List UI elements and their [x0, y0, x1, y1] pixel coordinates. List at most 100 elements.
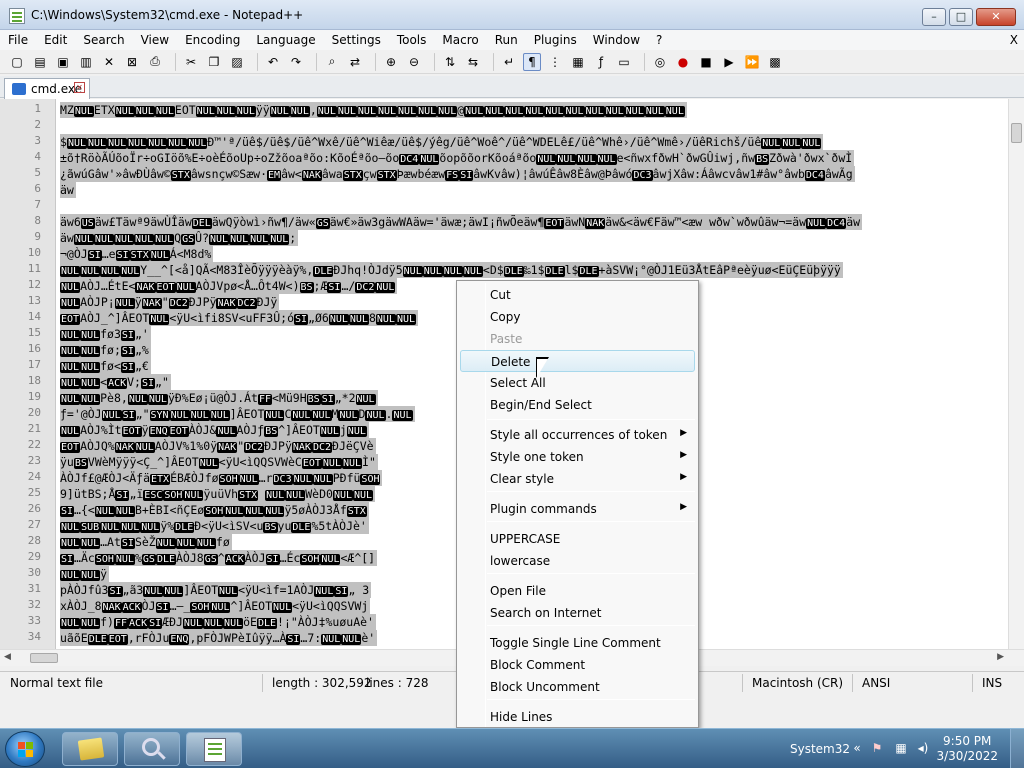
context-item-plugin-commands[interactable]: Plugin commands ▶ — [460, 498, 695, 520]
run-macro-multiple-icon[interactable]: ⏩ — [743, 53, 761, 71]
text-line[interactable]: NULAÒJ…ÉtE<NAK EOT NULAÒJVpø<Å…Ôt4W<)BS;ÆS… — [60, 278, 398, 294]
context-item-style-one-token[interactable]: Style one token ▶ — [460, 446, 695, 468]
menu-plugins[interactable]: Plugins — [526, 30, 585, 50]
save-icon[interactable]: ▣ — [54, 53, 72, 71]
context-item-delete[interactable]: Delete — [460, 350, 695, 372]
context-item-select-all[interactable]: Select All — [460, 372, 695, 394]
text-line[interactable]: $NUL NUL NUL NUL NUL NUL NULÐ™'ª/üê$/üê$/üê^Wx… — [60, 134, 824, 150]
text-line[interactable]: ¬@ÒJSI…eSI STX NULÁ<M8d% — [60, 246, 214, 262]
text-line[interactable]: ÿuBSVWèMÿÿÿ<Ç_^]ÂEOTNUL<ÿU<ìQQSVWèCEOT NU… — [60, 454, 378, 470]
text-line[interactable]: ƒ='@ÒJNUL SI„"SYN NUL NUL NUL]ÂEOTNULCNUL NUL… — [60, 406, 415, 422]
cut-icon[interactable]: ✂ — [182, 53, 200, 71]
menu-edit[interactable]: Edit — [36, 30, 75, 50]
close-icon[interactable]: ✕ — [100, 53, 118, 71]
context-item-cut[interactable]: Cut — [460, 284, 695, 306]
context-item-clear-style[interactable]: Clear style ▶ — [460, 468, 695, 490]
menu-run[interactable]: Run — [487, 30, 526, 50]
tab-cmd-exe[interactable]: cmd.exe ✕ — [4, 78, 90, 99]
text-line[interactable]: pÀÒJfû3SI„ã3NUL NUL]ÂEOTNUL<ÿU<ìf=1AÒJNUL… — [60, 582, 372, 598]
menu-language[interactable]: Language — [248, 30, 323, 50]
maximize-button[interactable]: □ — [949, 8, 973, 26]
menu-file[interactable]: File — [0, 30, 36, 50]
paste-icon[interactable]: ▨ — [228, 53, 246, 71]
menu-help[interactable]: ? — [648, 30, 670, 50]
text-line[interactable]: NULAÒJ%ÌtEOTÿENQ EOTÀÒJ&NULAÒJƒBS^]ÂEOTNU… — [60, 422, 369, 438]
horizontal-scroll-thumb[interactable] — [30, 653, 58, 663]
print-icon[interactable]: ⎙ — [146, 53, 164, 71]
scroll-right-icon[interactable]: ▶ — [997, 652, 1004, 662]
monitor-icon[interactable]: ◎ — [651, 53, 669, 71]
undo-icon[interactable]: ↶ — [264, 53, 282, 71]
show-all-chars-icon[interactable]: ¶ — [523, 52, 541, 71]
text-line[interactable]: NUL NULfø;SI„% — [60, 342, 151, 358]
menu-view[interactable]: View — [133, 30, 177, 50]
text-line[interactable]: NUL NUL NUL NULY__^[<å]QÃ<M83ÎèÕÿÿÿèàÿ%,DLE… — [60, 262, 843, 278]
scroll-left-icon[interactable]: ◀ — [4, 652, 11, 662]
text-line[interactable]: SI…{<NUL NULB+ÈBI<ñÇEøSOH NUL NUL NULÿ5øÀÒJ3… — [60, 502, 369, 518]
close-button[interactable]: ✕ — [976, 8, 1016, 26]
vertical-scrollbar[interactable] — [1008, 99, 1024, 649]
text-line[interactable]: äw — [60, 182, 76, 198]
redo-icon[interactable]: ↷ — [287, 53, 305, 71]
sync-horizontal-icon[interactable]: ⇆ — [464, 53, 482, 71]
text-line[interactable]: xÀÒJ_8NAK ACKÒJSI…—_SOH NUL^]ÂEOTNUL<ÿU<ìQ… — [60, 598, 371, 614]
text-line[interactable] — [60, 198, 62, 214]
doc-map-icon[interactable]: ▦ — [569, 53, 587, 71]
context-item-hide-lines[interactable]: Hide Lines — [460, 706, 695, 728]
taskbar-explorer-button[interactable] — [62, 732, 118, 766]
close-all-icon[interactable]: ⊠ — [123, 53, 141, 71]
new-file-icon[interactable]: ▢ — [8, 53, 26, 71]
menu-search[interactable]: Search — [75, 30, 132, 50]
text-line[interactable] — [60, 118, 62, 134]
taskbar-search-button[interactable] — [124, 732, 180, 766]
context-item-style-all-occurrences-of-token[interactable]: Style all occurrences of token ▶ — [460, 424, 695, 446]
save-all-icon[interactable]: ▥ — [77, 53, 95, 71]
menu-tools[interactable]: Tools — [389, 30, 435, 50]
zoom-out-icon[interactable]: ⊖ — [405, 53, 423, 71]
context-item-block-uncomment[interactable]: Block Uncomment — [460, 676, 695, 698]
menu-macro[interactable]: Macro — [434, 30, 486, 50]
minimize-button[interactable]: – — [922, 8, 946, 26]
text-line[interactable]: äw6USäw£Täwª9äwÙÎäwDELäwQÿòwì›ñw¶/äw«GSä… — [60, 214, 863, 230]
text-line[interactable]: NUL NULÿ — [60, 566, 110, 582]
context-item-toggle-single-line-comment[interactable]: Toggle Single Line Comment — [460, 632, 695, 654]
text-line[interactable]: EOTAÒJQ%NAK NULAÒJV%1%0ÿNAK"DC2ÐJPÿNAK DC2… — [60, 438, 376, 454]
clock[interactable]: 9:50 PM 3/30/2022 — [936, 734, 998, 764]
play-macro-icon[interactable]: ▶ — [720, 53, 738, 71]
text-line[interactable]: ¿ãwúGâw'»âwÐÙâw©STXâwsnçw©Sæw·EMâw<NAKâw… — [60, 166, 855, 182]
context-item-open-file[interactable]: Open File — [460, 580, 695, 602]
context-item-block-comment[interactable]: Block Comment — [460, 654, 695, 676]
action-center-icon[interactable]: ⚑ — [870, 741, 884, 755]
indent-guide-icon[interactable]: ⋮ — [546, 53, 564, 71]
text-line[interactable]: NUL NULfø3SI„' — [60, 326, 151, 342]
record-macro-icon[interactable]: ● — [674, 53, 692, 71]
taskbar-notepad-button[interactable] — [186, 732, 242, 766]
menu-window[interactable]: Window — [585, 30, 648, 50]
context-item-search-on-internet[interactable]: Search on Internet — [460, 602, 695, 624]
text-line[interactable]: NULAÒJP¡NULÿNAK"DC2ÐJPÿNAK DC2ÐJÿ — [60, 294, 280, 310]
save-macro-icon[interactable]: ▩ — [766, 53, 784, 71]
tab-close-icon[interactable]: ✕ — [74, 82, 85, 93]
network-icon[interactable]: ▦ — [894, 741, 908, 755]
find-icon[interactable]: ⌕ — [323, 53, 341, 71]
zoom-in-icon[interactable]: ⊕ — [382, 53, 400, 71]
folder-workspace-icon[interactable]: ▭ — [615, 53, 633, 71]
text-line[interactable]: NUL NULf)FF ACK SIÆÐJNUL NUL NULöEDLE!¡"ÀÒJ‡%… — [60, 614, 376, 630]
line-number-gutter[interactable]: 1 2 3 4 5 6 7 8 9 10 11 12 13 14 15 16 17 18 19 20 21 22 23 24 2… — [0, 99, 56, 649]
text-line[interactable]: NUL NULPè8,NUL NULÿÐ%Eø¡ü@ÒJ.ÁtFF<Mü9HBS SI… — [60, 390, 378, 406]
text-line[interactable]: NUL SUB NUL NUL NULÿ%DLEÐ<ÿU<ìSV<uBSyuDLE%5t… — [60, 518, 369, 534]
start-button[interactable] — [5, 731, 45, 767]
title-bar[interactable]: C:\Windows\System32\cmd.exe - Notepad++ … — [0, 0, 1024, 30]
text-line[interactable]: SI…ÄcSOH NUL%GS DLEÀÒJ8GS^ACKÀÒJSI…ÉcSOH NU… — [60, 550, 378, 566]
show-desktop-button[interactable] — [1010, 729, 1024, 768]
text-line[interactable]: 9]ütBS;ÅSI„ïESC SOH NULÿuüVhSTX NUL NULWèD0… — [60, 486, 376, 502]
close-document-icon[interactable]: X — [1010, 30, 1018, 50]
word-wrap-icon[interactable]: ↵ — [500, 53, 518, 71]
menu-settings[interactable]: Settings — [324, 30, 389, 50]
text-line[interactable]: NUL NUL<ACKV;SI„" — [60, 374, 171, 390]
text-line[interactable]: NUL NUL…AtSISèŽNUL NUL NULfø — [60, 534, 232, 550]
text-line[interactable]: EOTAÒJ_^]ÂEOTNUL<ÿU<ìfi8SV<uFF3Û;óSI„Ø6N… — [60, 310, 419, 326]
volume-icon[interactable]: ◂) — [916, 741, 930, 755]
tray-toolbar-label[interactable]: System32 — [790, 742, 850, 756]
text-line[interactable]: MZNULETXNUL NUL NULEOTNUL NUL NULÿÿNUL NUL,NU… — [60, 102, 687, 118]
